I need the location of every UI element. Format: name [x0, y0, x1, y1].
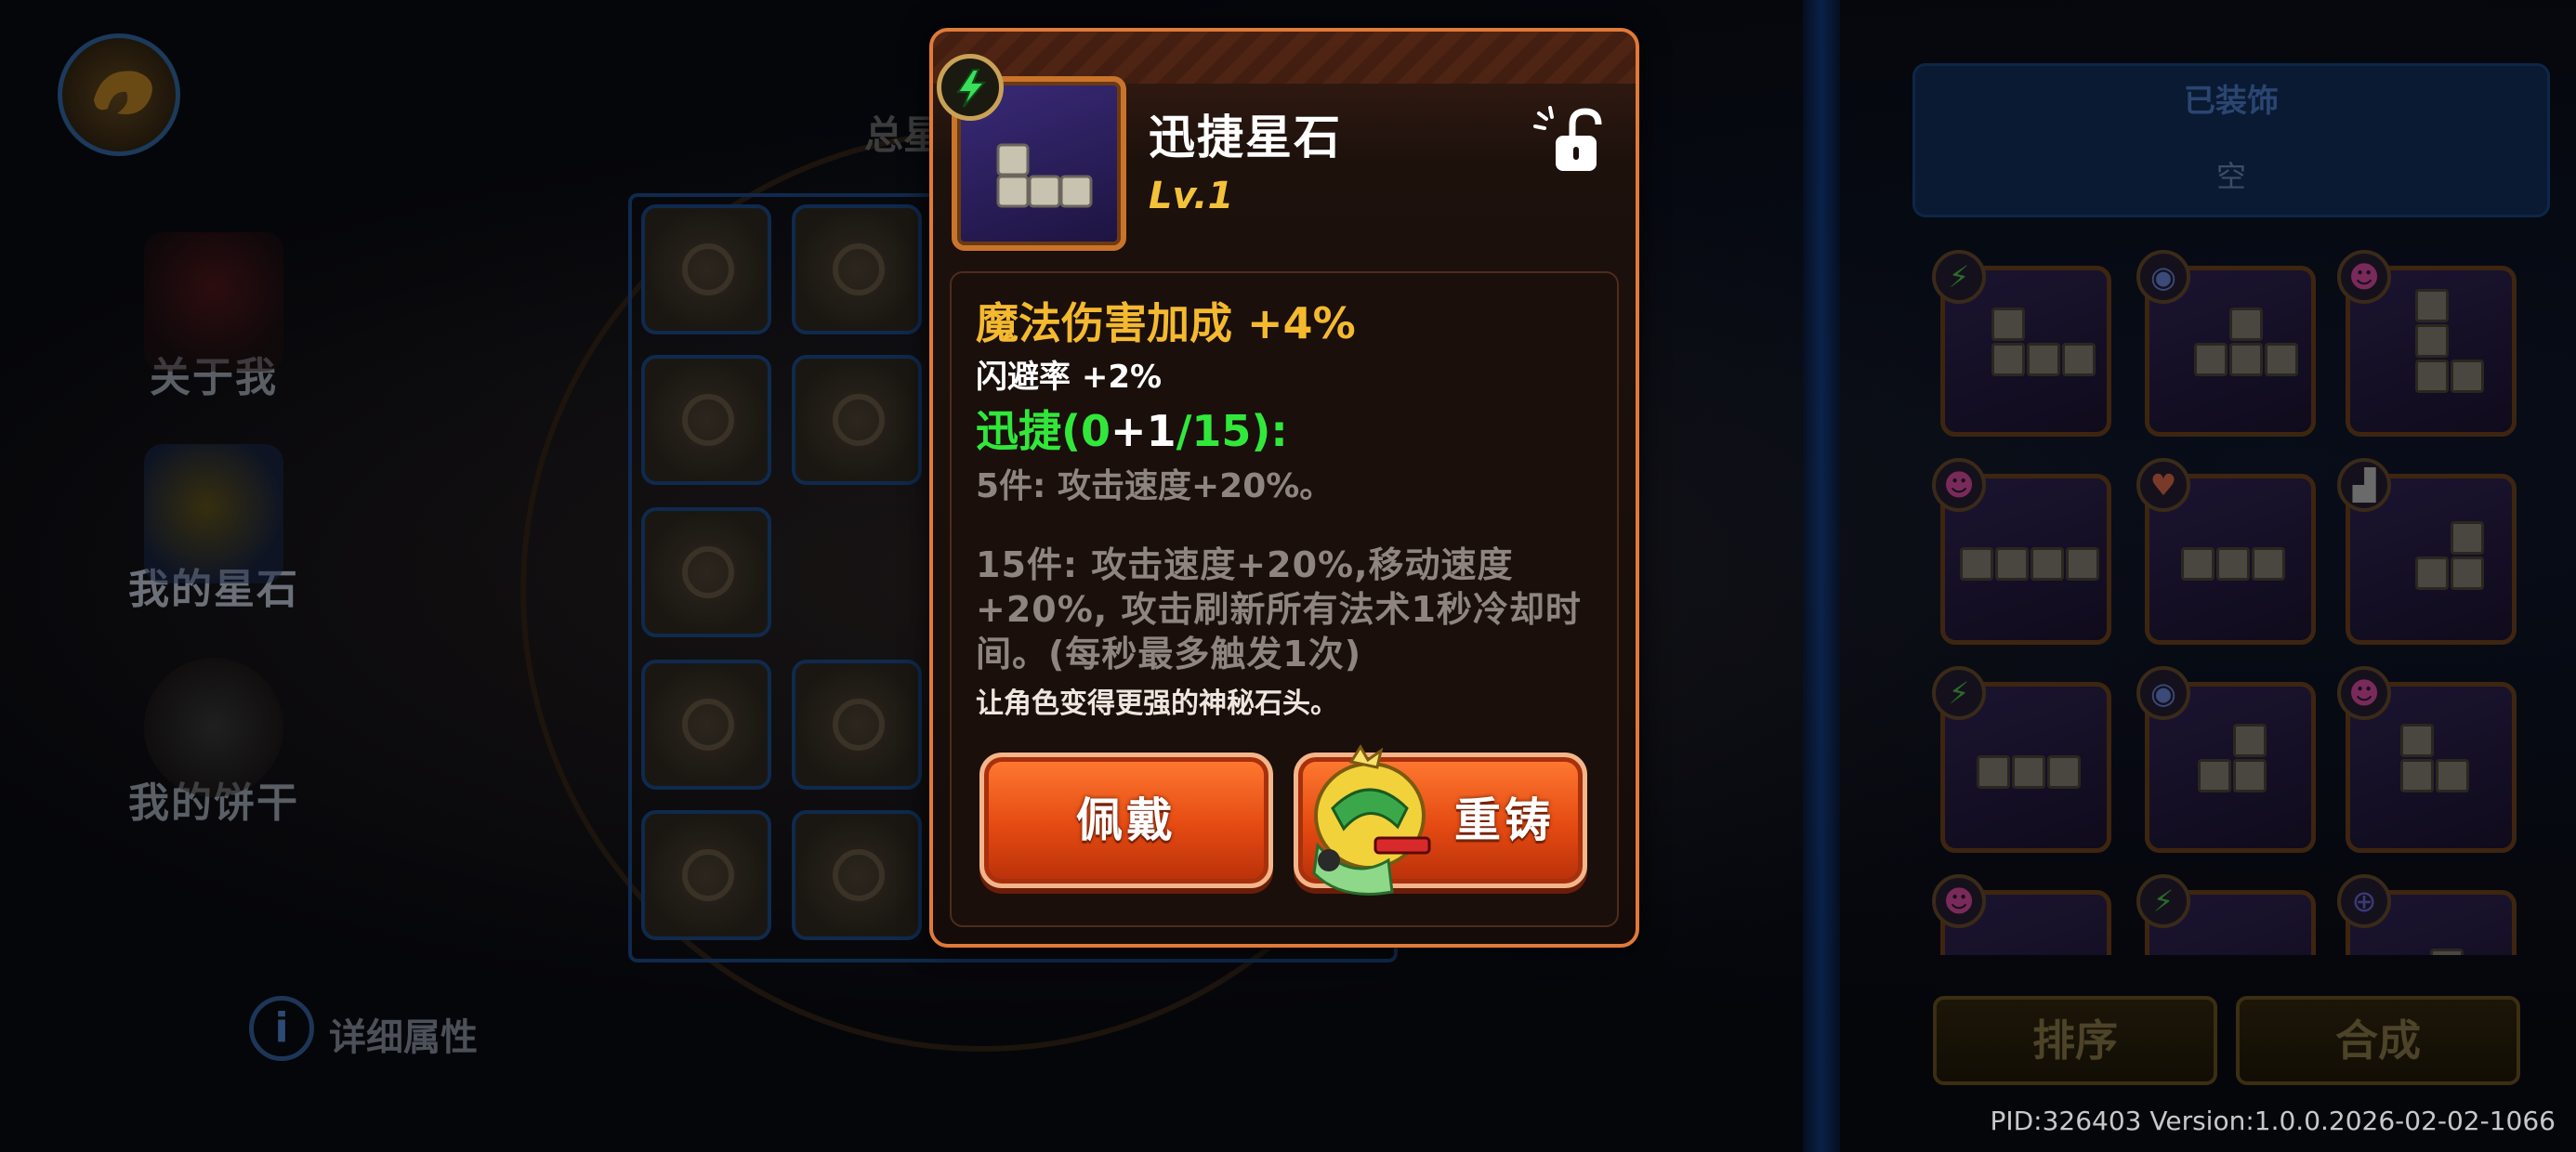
pid-version-text: PID:326403 Version:1.0.0.2026-02-02-1066 — [1990, 1106, 2556, 1136]
info-icon: i — [249, 996, 314, 1061]
item-level: Lv.1 — [1149, 175, 1234, 217]
grid-slot[interactable] — [641, 507, 771, 637]
set-bonus-15: 15件: 攻击速度+20%,移动速度+20%, 攻击刷新所有法术1秒冷却时间。(… — [976, 544, 1582, 674]
lightning-icon — [937, 54, 1004, 121]
grid-slot[interactable] — [641, 204, 771, 334]
inventory-slot[interactable]: ♥ — [2136, 458, 2316, 645]
dragon-icon — [94, 71, 152, 114]
set-count-plus: +1 — [1111, 406, 1176, 456]
set-bonus-5: 5件: 攻击速度+20%。 — [976, 467, 1334, 505]
eye-icon: ◉ — [2136, 250, 2190, 304]
recast-button-label: 重铸 — [1454, 793, 1555, 847]
player-avatar[interactable] — [58, 33, 180, 156]
demon-mask-icon: ☻ — [2337, 250, 2391, 304]
inventory-slot[interactable]: ☻ — [2337, 250, 2517, 437]
combine-button[interactable]: 合成 — [2236, 996, 2520, 1085]
sidebar-item-my-star-stones[interactable]: 我的星石 — [112, 444, 316, 615]
hat-icon — [144, 232, 283, 372]
grid-slot[interactable] — [792, 204, 922, 334]
inventory-slot[interactable]: ◉ — [2136, 666, 2316, 853]
panel-divider — [1803, 0, 1840, 1152]
unlock-icon[interactable] — [1533, 104, 1611, 178]
sort-button[interactable]: 排序 — [1933, 996, 2217, 1085]
grid-slot[interactable] — [792, 355, 922, 485]
demon-mask-icon: ☻ — [1932, 874, 1986, 928]
stat-magic-damage: 魔法伤害加成 +4% — [976, 298, 1356, 348]
lightning-icon: ⚡ — [1932, 666, 1986, 720]
wear-button-label: 佩戴 — [1076, 793, 1176, 847]
equipped-panel: 已装饰 空 — [1912, 63, 2550, 217]
demon-mask-icon: ☻ — [1932, 458, 1986, 512]
equipped-empty-text: 空 — [2215, 159, 2246, 194]
inventory-grid[interactable]: ⚡ ◉ ☻ ☻ ♥ ▟ ⚡ ◉ ☻ ☻ ⚡ ⊕ — [1912, 232, 2563, 955]
recast-mascot-icon — [1295, 743, 1444, 905]
eye-icon: ◉ — [2136, 666, 2190, 720]
cookie-icon — [144, 658, 283, 797]
inventory-slot[interactable]: ⊕ — [2337, 874, 2517, 955]
grid-slot[interactable] — [641, 660, 771, 790]
flavor-text: 让角色变得更强的神秘石头。 — [976, 687, 1338, 720]
equipped-title: 已装饰 — [2184, 83, 2279, 120]
grid-slot[interactable] — [641, 355, 771, 485]
inventory-slot[interactable]: ▟ — [2337, 458, 2517, 645]
grid-slot[interactable] — [641, 810, 771, 940]
inventory-slot[interactable]: ☻ — [1932, 458, 2111, 645]
demon-mask-icon: ☻ — [2337, 666, 2391, 720]
inventory-slot[interactable]: ◉ — [2136, 250, 2316, 437]
grid-slot[interactable] — [792, 660, 922, 790]
inventory-slot[interactable]: ⚡ — [1932, 250, 2111, 437]
item-name: 迅捷星石 — [1149, 111, 1342, 164]
set-bonus-title: 迅捷(0+1/15): — [976, 398, 1288, 459]
boot-icon: ▟ — [2337, 458, 2391, 512]
lightning-icon: ⚡ — [2136, 874, 2190, 928]
sidebar-item-my-cookies[interactable]: 我的饼干 — [112, 658, 316, 829]
set-name-suffix: /15): — [1176, 406, 1288, 456]
grid-slot[interactable] — [792, 810, 922, 940]
stat-dodge-rate: 闪避率 +2% — [976, 359, 1163, 396]
inventory-slot[interactable]: ⚡ — [1932, 666, 2111, 853]
set-name-prefix: 迅捷(0 — [976, 406, 1111, 456]
heart-icon: ♥ — [2136, 458, 2190, 512]
wear-button[interactable]: 佩戴 — [979, 753, 1273, 888]
inventory-slot[interactable]: ☻ — [2337, 666, 2517, 853]
star-icon — [144, 444, 283, 583]
inventory-slot[interactable]: ☻ — [1932, 874, 2111, 955]
detail-attributes-label: 详细属性 — [329, 1016, 478, 1059]
crosshair-icon: ⊕ — [2337, 874, 2391, 928]
inventory-slot[interactable]: ⚡ — [2136, 874, 2316, 955]
sidebar-item-about-me[interactable]: 关于我 — [112, 232, 316, 403]
lightning-icon: ⚡ — [1932, 250, 1986, 304]
